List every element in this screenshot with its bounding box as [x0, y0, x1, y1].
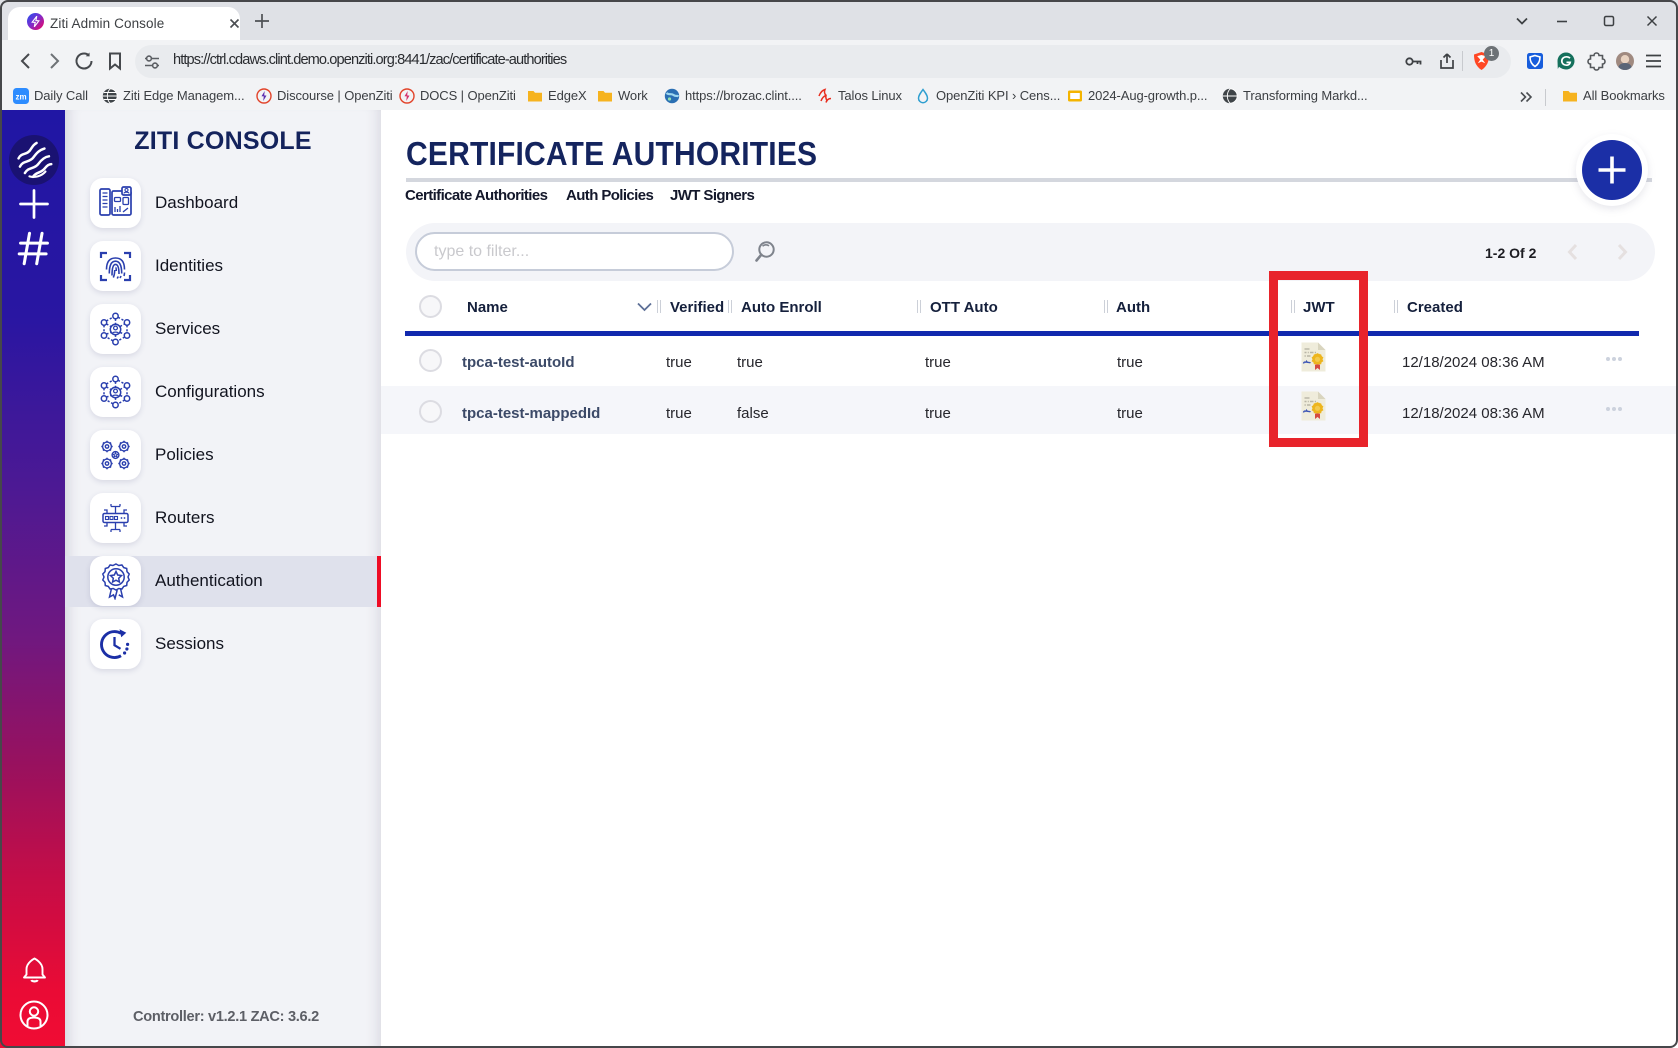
svg-text:zm: zm [15, 93, 26, 102]
